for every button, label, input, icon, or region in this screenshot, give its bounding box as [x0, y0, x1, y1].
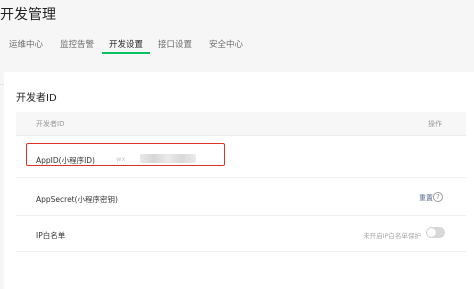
- ip-whitelist-status: 未开启IP白名单保护: [363, 232, 421, 240]
- appsecret-row: AppSecret(小程序密钥) 重置 ?: [16, 178, 466, 216]
- toggle-knob: [427, 228, 436, 237]
- developer-id-table: 开发者ID 操作 AppID(小程序ID) wxa5 AppSecret(小程序…: [16, 112, 466, 252]
- tab-ops-center[interactable]: 运维中心: [9, 30, 43, 66]
- tab-bar: 运维中心 监控告警 开发设置 接口设置 安全中心: [0, 30, 474, 85]
- developer-id-card: 开发者ID 开发者ID 操作 AppID(小程序ID) wxa5 AppSecr…: [4, 72, 474, 289]
- table-header: 开发者ID 操作: [16, 112, 466, 136]
- appid-row: AppID(小程序ID) wxa5: [16, 136, 466, 178]
- reset-link[interactable]: 重置: [419, 193, 433, 203]
- header-action: 操作: [428, 120, 442, 128]
- page-title: 开发管理: [0, 7, 56, 23]
- tab-api-settings[interactable]: 接口设置: [158, 30, 192, 66]
- appid-blur-mask: [140, 154, 196, 163]
- ip-whitelist-label: IP白名单: [36, 231, 66, 240]
- ip-whitelist-toggle[interactable]: [426, 227, 445, 238]
- tab-dev-settings[interactable]: 开发设置: [101, 30, 151, 66]
- appid-value-prefix: wx: [116, 155, 126, 163]
- ip-whitelist-row: IP白名单 未开启IP白名单保护: [16, 216, 466, 252]
- tab-monitoring-alerts[interactable]: 监控告警: [60, 30, 94, 66]
- appid-label: AppID(小程序ID): [36, 156, 95, 165]
- section-title: 开发者ID: [16, 93, 57, 104]
- tab-security-center[interactable]: 安全中心: [209, 30, 243, 66]
- header-developer-id: 开发者ID: [36, 120, 65, 128]
- question-circle-icon[interactable]: ?: [433, 192, 443, 202]
- appsecret-label: AppSecret(小程序密钥): [36, 195, 118, 204]
